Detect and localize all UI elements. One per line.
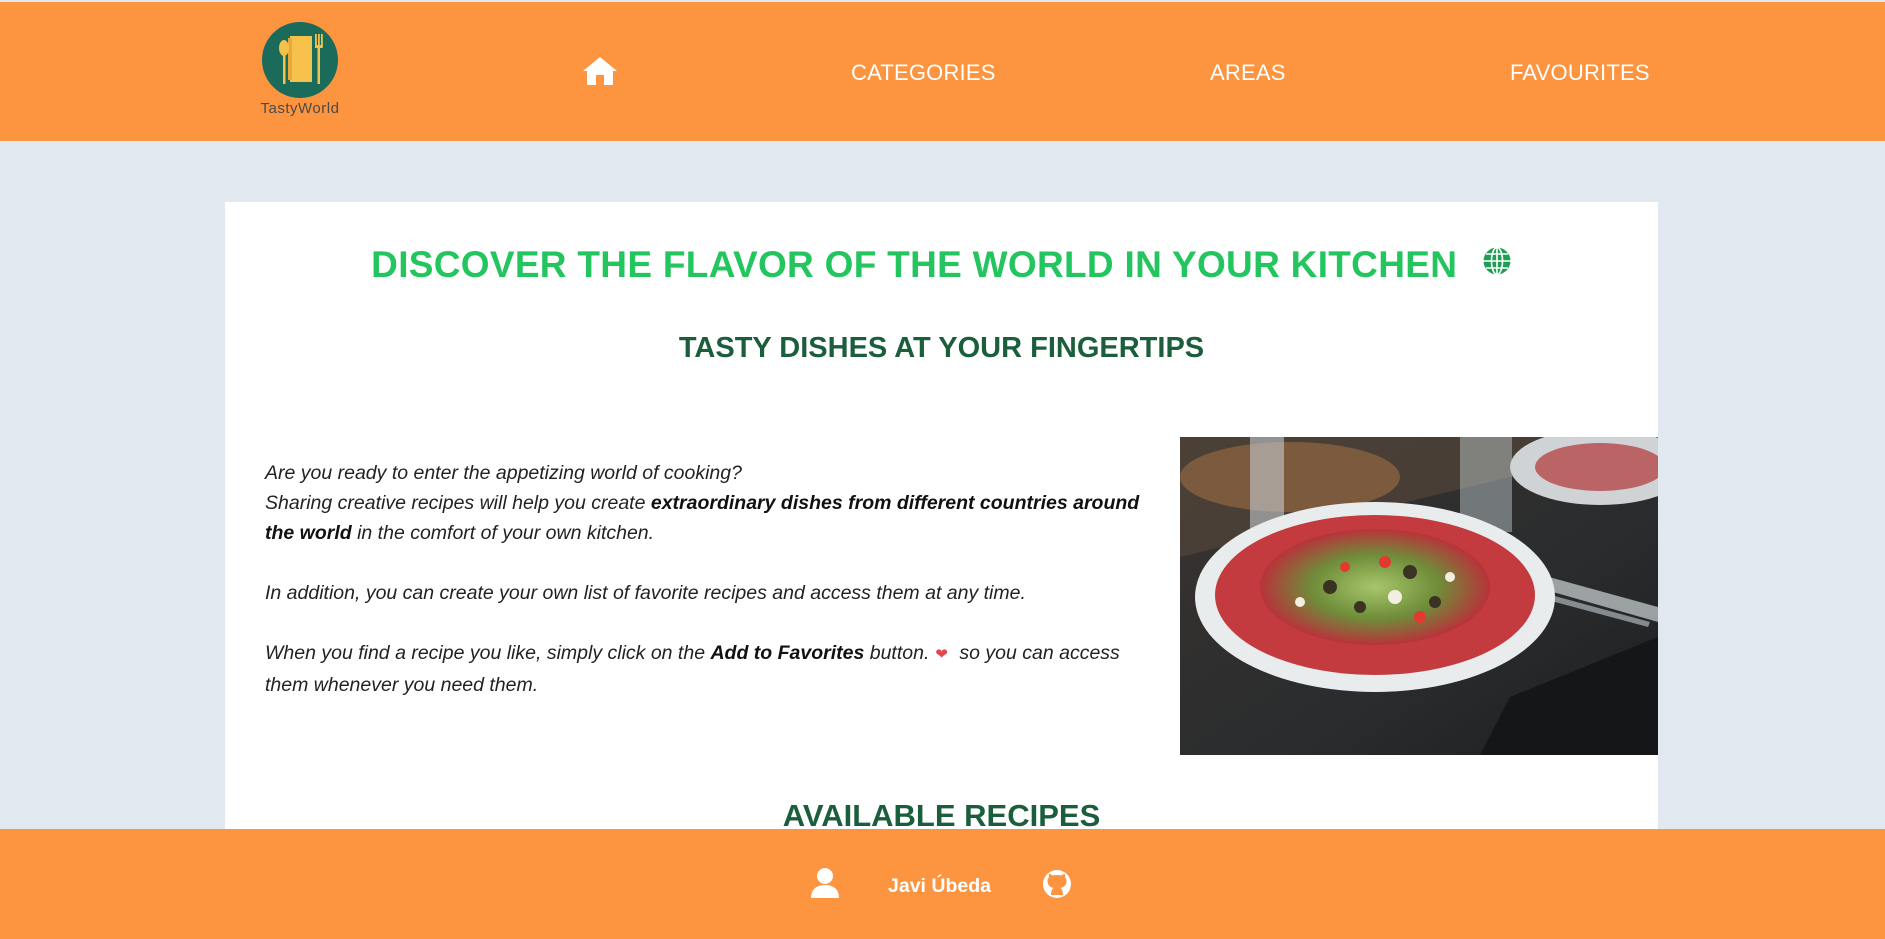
hero-food-image (1180, 437, 1658, 755)
author-name: Javi Úbeda (888, 875, 991, 897)
intro-line-2-end: in the comfort of your own kitchen. (351, 522, 655, 544)
nav-home-button[interactable] (580, 54, 620, 88)
nav-favourites[interactable]: FAVOURITES (1510, 60, 1650, 86)
intro-paragraph-3: When you find a recipe you like, simply … (265, 638, 1145, 700)
hero-title: DISCOVER THE FLAVOR OF THE WORLD IN YOUR… (225, 244, 1658, 286)
globe-icon (1482, 243, 1512, 285)
available-recipes-heading: AVAILABLE RECIPES (782, 798, 1101, 830)
intro-line-1: Are you ready to enter the appetizing wo… (265, 462, 742, 484)
home-icon (583, 57, 617, 85)
logo[interactable]: TastyWorld (258, 22, 342, 122)
hero-title-text: DISCOVER THE FLAVOR OF THE WORLD IN YOUR… (371, 244, 1458, 285)
top-navbar: TastyWorld CATEGORIES AREAS FAVOURITES (0, 2, 1885, 141)
intro-paragraph-2: In addition, you can create your own lis… (265, 582, 1026, 604)
github-icon[interactable] (1042, 869, 1072, 899)
logo-text: TastyWorld (260, 100, 340, 117)
intro-para-3-bold: Add to Favorites (710, 642, 865, 664)
intro-para-3-mid: button. (864, 642, 930, 664)
intro-text: Are you ready to enter the appetizing wo… (265, 458, 1145, 700)
user-icon (810, 867, 840, 899)
intro-paragraph-1: Sharing creative recipes will help you c… (265, 488, 1145, 548)
nav-areas[interactable]: AREAS (1210, 60, 1286, 86)
logo-emblem (262, 22, 338, 98)
heart-icon: ❤ (935, 646, 948, 663)
main-content-card: DISCOVER THE FLAVOR OF THE WORLD IN YOUR… (225, 202, 1658, 830)
intro-line-2-start: Sharing creative recipes will help you c… (265, 492, 651, 514)
hero-subtitle: TASTY DISHES AT YOUR FINGERTIPS (678, 332, 1205, 364)
intro-para-3-start: When you find a recipe you like, simply … (265, 642, 711, 664)
nav-categories[interactable]: CATEGORIES (851, 60, 996, 86)
footer: Javi Úbeda (0, 829, 1885, 939)
